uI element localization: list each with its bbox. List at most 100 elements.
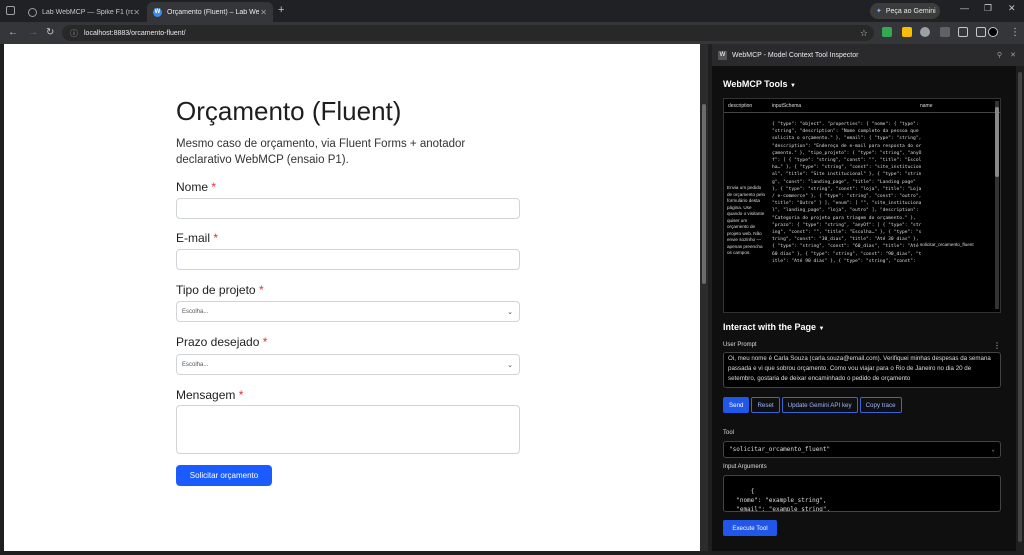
send-button[interactable]: Send (723, 397, 750, 413)
interact-heading-text: Interact with the Page (723, 322, 817, 332)
page-subtitle: Mesmo caso de orçamento, via Fluent Form… (176, 138, 466, 166)
browser-toolbar: ← → ↻ ⓘ localhost:8883/orcamento-fluent/… (0, 22, 1024, 44)
globe-icon (28, 7, 37, 17)
forward-icon[interactable]: → (28, 27, 38, 38)
project-type-label: Tipo de projeto * (176, 283, 264, 297)
column-input-schema: inputSchema (772, 103, 802, 109)
scrollbar-thumb[interactable] (995, 107, 999, 177)
table-scrollbar[interactable] (995, 101, 999, 309)
extension-icon[interactable] (902, 27, 912, 37)
user-prompt-textarea[interactable]: Oi, meu nome é Carla Souza (carla.souza@… (723, 352, 1001, 388)
scrollbar-thumb[interactable] (702, 104, 706, 284)
new-tab-icon[interactable]: + (278, 4, 284, 16)
tab-bar: Lab WebMCP — Spike F1 (rom ✕ W Orçamento… (0, 0, 1024, 22)
extension-icon[interactable] (882, 27, 892, 37)
profile-avatar[interactable] (988, 27, 998, 37)
bookmark-star-icon[interactable]: ☆ (860, 28, 868, 39)
minimize-icon[interactable]: — (960, 3, 969, 13)
name-label: Nome * (176, 180, 216, 194)
deadline-label: Prazo desejado * (176, 335, 267, 349)
page-scrollbar[interactable] (700, 44, 708, 551)
input-arguments-label: Input Arguments (723, 464, 767, 470)
address-bar[interactable]: ⓘ localhost:8883/orcamento-fluent/ ☆ (62, 25, 874, 41)
name-input[interactable] (176, 198, 520, 219)
scrollbar-thumb[interactable] (1018, 72, 1022, 542)
chevron-down-icon: ⌄ (507, 361, 513, 369)
submit-button[interactable]: Solicitar orçamento (176, 465, 272, 486)
project-type-value: Escolha... (182, 308, 209, 315)
gemini-button-label: Peça ao Gemini (885, 7, 936, 15)
tools-heading-text: WebMCP Tools (723, 79, 788, 89)
project-type-label-text: Tipo de projeto (176, 283, 256, 297)
update-api-key-button[interactable]: Update Gemini API key (781, 397, 858, 413)
message-label-text: Mensagem (176, 388, 236, 402)
tab-search-icon[interactable] (6, 6, 15, 15)
email-label-text: E-mail (176, 231, 211, 245)
input-arguments-text: { "nome": "example_string", "email": "ex… (736, 488, 831, 512)
close-tab-icon[interactable]: ✕ (260, 8, 267, 17)
email-label: E-mail * (176, 231, 218, 245)
tool-description: Envia um pedido de orçamento pelo formul… (727, 185, 766, 255)
required-mark: * (238, 388, 244, 402)
extension-icon[interactable] (920, 27, 930, 37)
page-title: Orçamento (Fluent) (176, 96, 402, 126)
wordpress-icon: W (153, 7, 162, 17)
back-icon[interactable]: ← (8, 27, 18, 38)
tool-name: solicitar_orcamento_fluent (920, 242, 974, 247)
name-label-text: Nome (176, 180, 209, 194)
inspector-panel: W WebMCP - Model Context Tool Inspector … (712, 44, 1024, 551)
extension-icon[interactable] (940, 27, 950, 37)
required-mark: * (211, 180, 217, 194)
inspector-body: WebMCP Tools ▼ description inputSchema n… (712, 66, 1016, 551)
side-panel-icon[interactable] (976, 27, 986, 37)
tool-label: Tool (723, 430, 735, 436)
tools-heading[interactable]: WebMCP Tools ▼ (723, 79, 796, 89)
panel-scrollbar[interactable] (1016, 66, 1024, 551)
more-options-icon[interactable]: ⋮ (993, 341, 1001, 350)
close-window-icon[interactable]: ✕ (1008, 3, 1016, 14)
email-input[interactable] (176, 249, 520, 270)
tab-lab-webmcp[interactable]: Lab WebMCP — Spike F1 (rom ✕ (22, 2, 146, 22)
prompt-actions: Send Reset Update Gemini API key Copy tr… (723, 397, 902, 413)
execute-tool-button[interactable]: Execute Tool (723, 520, 777, 536)
gemini-button[interactable]: ✦ Peça ao Gemini (870, 3, 940, 19)
tool-input-schema: { "type": "object", "properties": { "nom… (772, 122, 925, 264)
tab-label: Lab WebMCP — Spike F1 (rom (42, 8, 134, 16)
project-type-select[interactable]: Escolha... ⌄ (176, 301, 520, 322)
required-mark: * (262, 335, 268, 349)
tool-select[interactable]: "solicitar_orcamento_fluent" ⌄ (723, 441, 1001, 458)
site-info-icon[interactable]: ⓘ (70, 28, 78, 39)
tab-label: Orçamento (Fluent) – Lab Web (167, 8, 259, 16)
webmcp-icon: W (718, 50, 727, 60)
restore-icon[interactable]: ❐ (984, 3, 992, 14)
inspector-header: W WebMCP - Model Context Tool Inspector … (712, 44, 1024, 66)
chevron-down-icon: ⌄ (991, 446, 995, 453)
copy-trace-button[interactable]: Copy trace (859, 397, 902, 413)
address-text: localhost:8883/orcamento-fluent/ (84, 29, 186, 37)
input-arguments-editor[interactable]: { "nome": "example_string", "email": "ex… (723, 475, 1001, 512)
close-panel-icon[interactable]: ✕ (1010, 51, 1016, 59)
table-header: description inputSchema name (724, 99, 1000, 113)
column-name: name (920, 103, 933, 109)
tools-table: description inputSchema name Envia um pe… (723, 98, 1001, 313)
required-mark: * (213, 231, 219, 245)
pin-icon[interactable]: ⚲ (997, 51, 1002, 59)
menu-icon[interactable]: ⋮ (1010, 27, 1020, 38)
tool-select-value: "solicitar_orcamento_fluent" (729, 446, 831, 453)
caret-down-icon: ▼ (818, 326, 825, 332)
prompt-label: User Prompt (723, 342, 757, 348)
interact-heading[interactable]: Interact with the Page ▼ (723, 322, 825, 332)
user-prompt-text: Oi, meu nome é Carla Souza (carla.souza@… (728, 355, 991, 382)
deadline-label-text: Prazo desejado (176, 335, 260, 349)
deadline-select[interactable]: Escolha... ⌄ (176, 354, 520, 375)
message-textarea[interactable] (176, 405, 520, 454)
tab-orcamento-fluent[interactable]: W Orçamento (Fluent) – Lab Web ✕ (147, 2, 273, 22)
close-tab-icon[interactable]: ✕ (133, 8, 140, 17)
reload-icon[interactable]: ↻ (46, 27, 54, 38)
extensions-puzzle-icon[interactable] (958, 27, 968, 37)
deadline-value: Escolha... (182, 361, 209, 368)
column-description: description (728, 103, 753, 109)
chevron-down-icon: ⌄ (507, 308, 513, 316)
reset-button[interactable]: Reset (751, 397, 780, 413)
required-mark: * (258, 283, 264, 297)
